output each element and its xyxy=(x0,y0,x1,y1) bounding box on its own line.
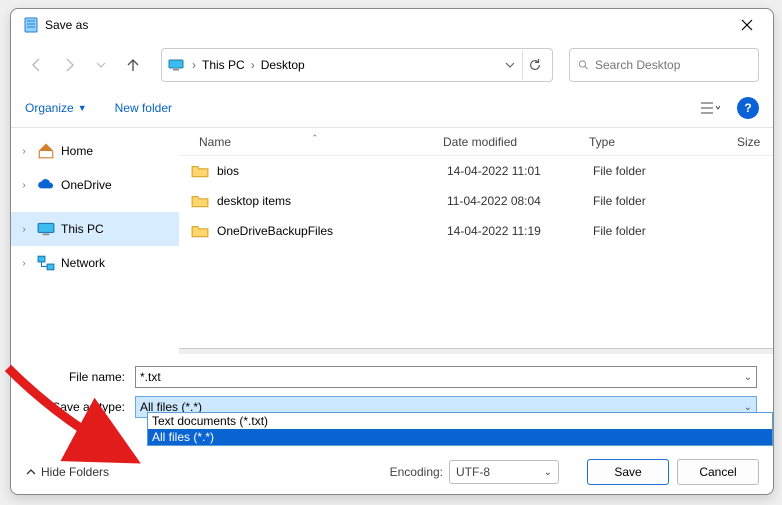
chevron-right-icon[interactable]: › xyxy=(249,58,257,72)
chevron-down-icon: ▼ xyxy=(78,103,87,113)
breadcrumb-item[interactable]: This PC xyxy=(198,58,249,72)
refresh-button[interactable] xyxy=(522,51,546,79)
chevron-right-icon[interactable]: › xyxy=(190,58,198,72)
folder-icon xyxy=(191,162,209,180)
network-icon xyxy=(37,254,55,272)
file-list[interactable]: bios 14-04-2022 11:01 File folder deskto… xyxy=(179,156,773,354)
filename-input[interactable]: *.txt⌄ xyxy=(135,366,757,388)
titlebar: Save as xyxy=(11,9,773,41)
chevron-down-icon: ⌄ xyxy=(544,467,552,478)
col-name[interactable]: ⌃Name xyxy=(179,135,443,149)
expand-icon[interactable]: › xyxy=(17,146,31,157)
nav-tree: › Home › OneDrive › This PC › Network xyxy=(11,128,179,354)
tree-label: OneDrive xyxy=(61,178,112,192)
file-date: 14-04-2022 11:01 xyxy=(447,164,593,178)
expand-icon[interactable]: › xyxy=(17,224,31,235)
up-button[interactable] xyxy=(121,53,145,77)
forward-button[interactable] xyxy=(57,53,81,77)
file-row[interactable]: bios 14-04-2022 11:01 File folder xyxy=(179,156,773,186)
chevron-up-icon xyxy=(25,466,37,478)
file-row[interactable]: desktop items 11-04-2022 08:04 File fold… xyxy=(179,186,773,216)
filename-label: File name: xyxy=(27,370,135,384)
tree-item-onedrive[interactable]: › OneDrive xyxy=(11,168,179,202)
tree-item-home[interactable]: › Home xyxy=(11,134,179,168)
chevron-down-icon[interactable]: ⌄ xyxy=(744,372,752,383)
cloud-icon xyxy=(37,176,55,194)
save-fields: File name: *.txt⌄ Save as type: All file… xyxy=(11,354,773,424)
sort-asc-icon: ⌃ xyxy=(311,133,319,144)
save-as-dialog: Save as › This PC › Desktop Organize▼ Ne… xyxy=(10,8,774,495)
folder-icon xyxy=(191,222,209,240)
address-bar[interactable]: › This PC › Desktop xyxy=(161,48,553,82)
view-options-button[interactable] xyxy=(691,95,729,121)
expand-icon[interactable]: › xyxy=(17,180,31,191)
file-type: File folder xyxy=(593,194,733,208)
cancel-button[interactable]: Cancel xyxy=(677,459,759,485)
nav-row: › This PC › Desktop xyxy=(11,41,773,89)
col-size[interactable]: Size xyxy=(729,135,773,149)
file-date: 11-04-2022 08:04 xyxy=(447,194,593,208)
monitor-icon xyxy=(37,220,55,238)
this-pc-icon xyxy=(168,57,184,73)
back-button[interactable] xyxy=(25,53,49,77)
file-row[interactable]: OneDriveBackupFiles 14-04-2022 11:19 Fil… xyxy=(179,216,773,246)
tree-item-network[interactable]: › Network xyxy=(11,246,179,280)
col-type[interactable]: Type xyxy=(589,135,729,149)
close-button[interactable] xyxy=(727,11,767,39)
window-title: Save as xyxy=(45,18,727,32)
tree-label: Home xyxy=(61,144,93,158)
recent-dropdown-icon[interactable] xyxy=(89,53,113,77)
col-date[interactable]: Date modified xyxy=(443,135,589,149)
toolbar: Organize▼ New folder ? xyxy=(11,89,773,127)
house-icon xyxy=(37,142,55,160)
help-button[interactable]: ? xyxy=(737,97,759,119)
address-dropdown-icon[interactable] xyxy=(498,51,522,79)
dropdown-option-txt[interactable]: Text documents (*.txt) xyxy=(148,413,772,429)
tree-label: Network xyxy=(61,256,105,270)
encoding-select[interactable]: UTF-8⌄ xyxy=(449,460,559,484)
column-headers: ⌃Name Date modified Type Size xyxy=(179,128,773,156)
file-type: File folder xyxy=(593,224,733,238)
tree-label: This PC xyxy=(61,222,104,236)
expand-icon[interactable]: › xyxy=(17,258,31,269)
search-box[interactable] xyxy=(569,48,759,82)
file-type: File folder xyxy=(593,164,733,178)
chevron-down-icon[interactable]: ⌄ xyxy=(744,402,752,413)
breadcrumb-item[interactable]: Desktop xyxy=(257,58,309,72)
file-date: 14-04-2022 11:19 xyxy=(447,224,593,238)
new-folder-button[interactable]: New folder xyxy=(115,101,172,115)
search-input[interactable] xyxy=(595,58,750,72)
file-name: OneDriveBackupFiles xyxy=(217,224,447,238)
file-name: bios xyxy=(217,164,447,178)
bottom-row: Hide Folders Encoding: UTF-8⌄ Save Cance… xyxy=(11,450,773,494)
savetype-label: Save as type: xyxy=(27,400,135,414)
organize-menu[interactable]: Organize▼ xyxy=(25,101,87,115)
hide-folders-button[interactable]: Hide Folders xyxy=(25,465,109,479)
save-button[interactable]: Save xyxy=(587,459,669,485)
folder-icon xyxy=(191,192,209,210)
notepad-icon xyxy=(23,17,39,33)
dropdown-option-all[interactable]: All files (*.*) xyxy=(148,429,772,445)
tree-item-this-pc[interactable]: › This PC xyxy=(11,212,179,246)
file-name: desktop items xyxy=(217,194,447,208)
savetype-dropdown: Text documents (*.txt) All files (*.*) xyxy=(147,412,773,446)
search-icon xyxy=(578,58,589,72)
encoding-label: Encoding: xyxy=(390,465,443,479)
